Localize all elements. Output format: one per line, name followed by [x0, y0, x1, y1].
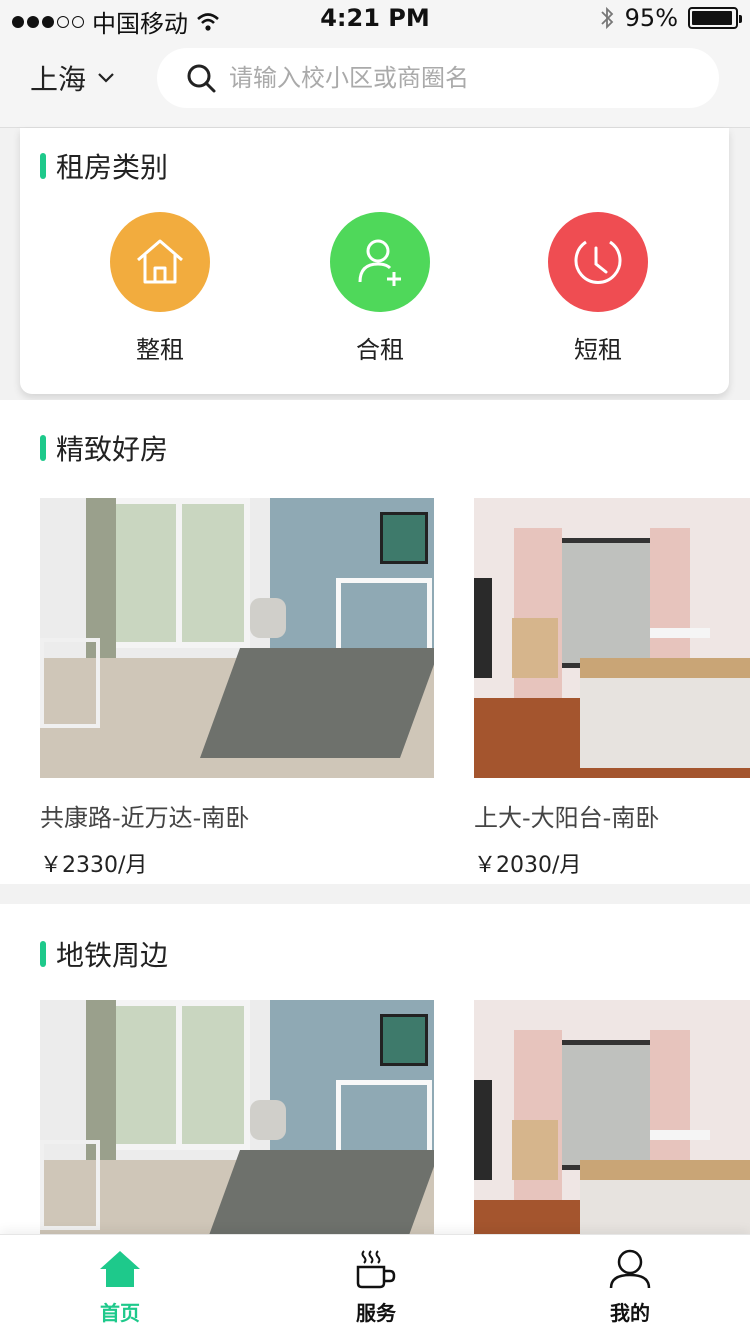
chevron-down-icon — [98, 73, 114, 83]
search-bar[interactable] — [157, 48, 719, 108]
listing-card[interactable]: 上大-大阳台-南卧 ￥2030/月 — [474, 498, 750, 879]
header: 上海 — [0, 36, 750, 128]
search-icon — [187, 64, 216, 93]
featured-title-text: 精致好房 — [56, 433, 169, 466]
subway-title-text: 地铁周边 — [56, 939, 169, 972]
city-label: 上海 — [30, 63, 87, 96]
battery-icon — [688, 7, 742, 29]
rent-type-title-text: 租房类别 — [56, 151, 169, 184]
tab-profile-label: 我的 — [610, 1301, 650, 1325]
listing-name: 共康路-近万达-南卧 — [40, 804, 250, 832]
tab-profile[interactable]: 我的 — [570, 1249, 690, 1326]
rent-type-whole[interactable]: 整租 — [100, 212, 220, 365]
status-bar: 中国移动 4:21 PM 95% — [0, 0, 750, 38]
coffee-cup-icon — [356, 1250, 396, 1289]
rent-type-card: 租房类别 整租 合租 短租 — [20, 128, 729, 394]
section-divider — [0, 884, 750, 904]
city-selector[interactable]: 上海 — [30, 58, 116, 98]
section-accent-bar — [40, 941, 46, 967]
search-input[interactable] — [229, 64, 689, 92]
featured-title: 精致好房 — [40, 428, 168, 468]
listing-name: 上大-大阳台-南卧 — [474, 804, 660, 832]
listing-card[interactable] — [40, 1000, 434, 1234]
tab-home-label: 首页 — [100, 1301, 140, 1325]
subway-title: 地铁周边 — [40, 934, 168, 974]
rent-type-short-label: 短租 — [574, 336, 622, 364]
listing-price: ￥2330/月 — [40, 853, 148, 878]
tab-service-label: 服务 — [356, 1301, 396, 1325]
listing-card[interactable]: 共康路-近万达-南卧 ￥2330/月 — [40, 498, 434, 879]
listing-card[interactable] — [474, 1000, 750, 1234]
rent-type-shared-label: 合租 — [356, 336, 404, 364]
rent-type-title: 租房类别 — [40, 146, 168, 186]
add-person-icon — [330, 212, 430, 312]
rent-type-short[interactable]: 短租 — [538, 212, 658, 365]
bluetooth-icon — [601, 6, 613, 30]
user-icon — [609, 1249, 651, 1289]
status-right: 95% — [599, 4, 742, 32]
clock-icon — [548, 212, 648, 312]
rent-type-whole-label: 整租 — [136, 336, 184, 364]
listing-photo[interactable] — [474, 1000, 750, 1234]
listing-photo[interactable] — [40, 498, 434, 778]
rent-type-shared[interactable]: 合租 — [320, 212, 440, 365]
subway-section: 地铁周边 — [0, 904, 750, 1234]
listing-price: ￥2030/月 — [474, 853, 582, 878]
tab-service[interactable]: 服务 — [316, 1249, 436, 1326]
battery-percentage: 95% — [624, 4, 678, 32]
section-accent-bar — [40, 153, 46, 179]
featured-section: 精致好房 共康路-近万达-南卧 ￥2330/月 上大-大阳台-南卧 ￥2030/… — [0, 400, 750, 884]
battery-fill — [692, 11, 732, 25]
section-accent-bar — [40, 435, 46, 461]
listing-photo[interactable] — [40, 1000, 434, 1234]
tab-bar: 首页 服务 我的 — [0, 1234, 750, 1334]
tab-home[interactable]: 首页 — [60, 1249, 180, 1326]
house-icon — [110, 212, 210, 312]
listing-photo[interactable] — [474, 498, 750, 778]
home-icon — [100, 1251, 140, 1287]
